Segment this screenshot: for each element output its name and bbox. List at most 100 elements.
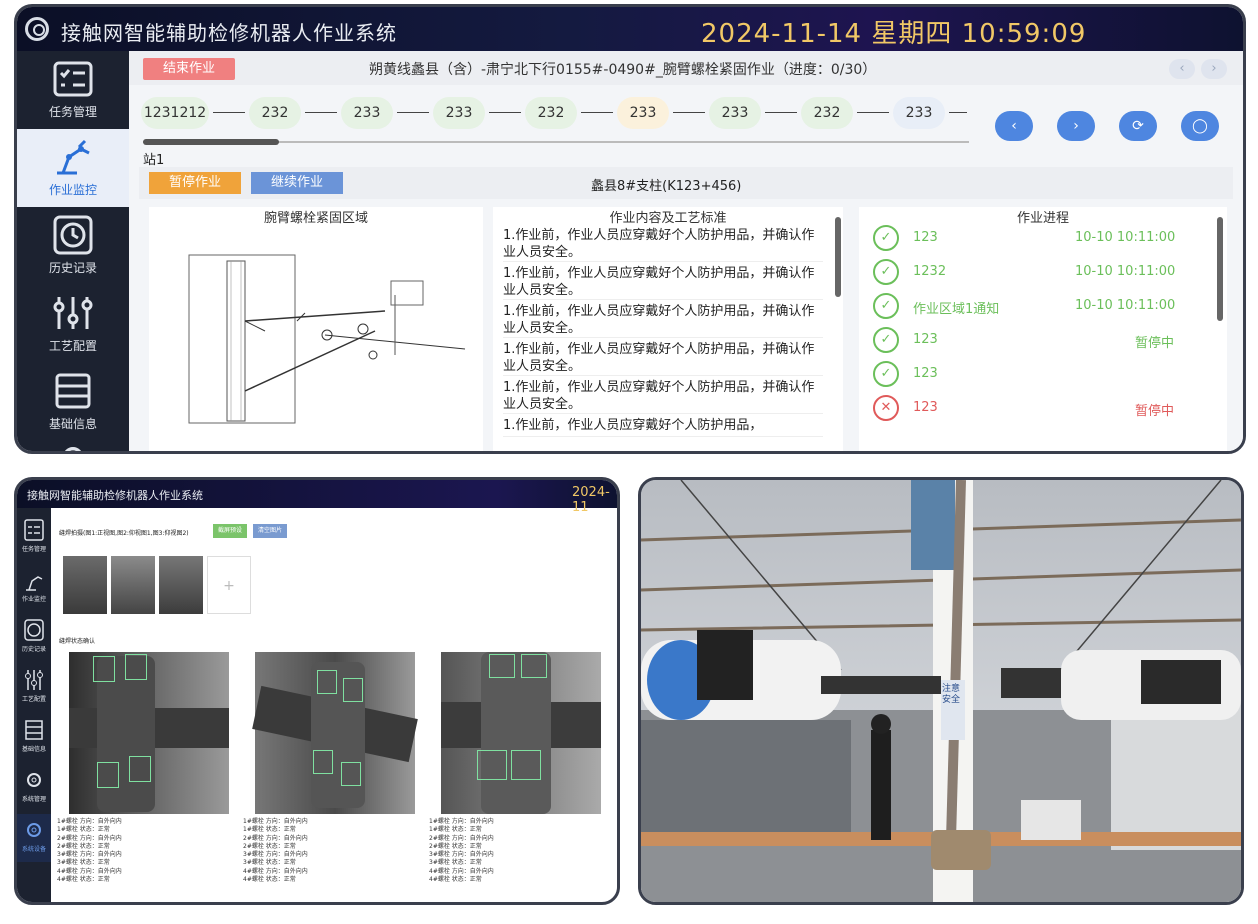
- result-line: 1#螺栓 状态：正常: [57, 826, 110, 834]
- connector: [581, 112, 613, 113]
- station-node[interactable]: 1231212: [141, 97, 209, 129]
- work-header: 暂停作业 继续作业 蠡县8#支柱(K123+456): [139, 167, 1233, 199]
- sidebar-item-history[interactable]: 历史记录: [17, 614, 51, 662]
- inspection-image[interactable]: [69, 652, 229, 814]
- station-node[interactable]: 233: [433, 97, 485, 129]
- timeline-scroll-thumb[interactable]: [143, 139, 279, 145]
- progress-name: 123: [913, 400, 938, 415]
- job-header: 结束作业 朔黄线蠡县（含）-肃宁北下行0155#-0490#_腕臂螺栓紧固作业（…: [129, 51, 1243, 85]
- sidebar-item-task-management[interactable]: 任务管理: [17, 51, 129, 129]
- sidebar-item-basic-info[interactable]: 基础信息: [17, 714, 51, 762]
- check-circle-icon: ✓: [873, 225, 899, 251]
- detection-box: [343, 678, 363, 702]
- progress-row: ✓ 123 暂停中: [865, 323, 1195, 353]
- progress-column: 作业进程 ✓ 123 10-10 10:11:00 ✓ 1232 10-10 1…: [859, 207, 1227, 451]
- detection-box: [511, 750, 541, 780]
- capture-caption: 缝焊拍摄(图1:正视图,图2:仰视图1,图3:仰视图2): [59, 530, 189, 537]
- standard-item: 1.作业前，作业人员应穿戴好个人防护用品，并确认作业人员安全。: [503, 227, 823, 262]
- connector: [765, 112, 797, 113]
- result-line: 4#螺栓 状态：正常: [429, 876, 482, 884]
- sidebar-item-work-monitor[interactable]: 作业监控: [17, 129, 129, 207]
- detection-box: [313, 750, 333, 774]
- area-column: 腕臂螺栓紧固区域: [149, 207, 483, 451]
- chat-button[interactable]: ◯: [1181, 111, 1219, 141]
- header-prev-button[interactable]: ‹: [1169, 59, 1195, 79]
- result-line: 3#螺栓 状态：正常: [429, 859, 482, 867]
- area-title: 腕臂螺栓紧固区域: [263, 211, 368, 226]
- capture-thumbnail[interactable]: [111, 556, 155, 614]
- progress-row: ✓ 123 10-10 10:11:00: [865, 221, 1195, 251]
- connector: [213, 112, 245, 113]
- progress-row: ✓ 作业区域1通知 10-10 10:11:00: [865, 289, 1195, 319]
- capture-thumbnail[interactable]: [63, 556, 107, 614]
- result-line: 2#螺栓 状态：正常: [429, 842, 482, 850]
- station-node-current[interactable]: 233: [617, 97, 669, 129]
- sidebar-item-work-monitor[interactable]: 作业监控: [17, 564, 51, 612]
- current-station-label: 站1: [143, 153, 165, 168]
- sidebar-label: 任务管理: [48, 105, 97, 119]
- sidebar-item-settings[interactable]: [17, 436, 129, 451]
- inspection-image[interactable]: [441, 652, 601, 814]
- refresh-button[interactable]: ⟳: [1119, 111, 1157, 141]
- result-line: 1#螺栓 状态：正常: [429, 826, 482, 834]
- sidebar-item-basic-info[interactable]: 基础信息: [17, 363, 129, 441]
- capture-preset-button[interactable]: 截屏预设: [213, 524, 247, 538]
- station-node[interactable]: 233: [893, 97, 945, 129]
- job-title: 朔黄线蠡县（含）-肃宁北下行0155#-0490#_腕臂螺栓紧固作业（进度：0/…: [369, 62, 877, 78]
- capture-thumbnail[interactable]: [159, 556, 203, 614]
- station-node[interactable]: 233: [709, 97, 761, 129]
- station-node[interactable]: 233: [341, 97, 393, 129]
- station-node[interactable]: 232: [525, 97, 577, 129]
- clear-images-button[interactable]: 清空图片: [253, 524, 287, 538]
- next-station-button[interactable]: ›: [1057, 111, 1095, 141]
- clock-icon: [53, 215, 93, 255]
- result-line: 2#螺栓 方向：自外向内: [243, 834, 308, 842]
- result-line: 4#螺栓 方向：自外向内: [243, 867, 308, 875]
- sidebar-item-task-management[interactable]: 任务管理: [17, 514, 51, 562]
- progress-scrollbar[interactable]: [1217, 217, 1223, 321]
- result-line: 3#螺栓 状态：正常: [57, 859, 110, 867]
- safety-sign: 注意安全: [941, 684, 960, 705]
- inspection-image[interactable]: [252, 652, 418, 814]
- detection-box: [317, 670, 337, 694]
- progress-name: 作业区域1通知: [913, 302, 1000, 317]
- sidebar-item-system-management[interactable]: 系统管理: [17, 764, 51, 812]
- detection-box: [521, 654, 547, 678]
- station-node[interactable]: 232: [801, 97, 853, 129]
- sidebar-item-process-config[interactable]: 工艺配置: [17, 664, 51, 712]
- resume-job-button[interactable]: 继续作业: [251, 172, 343, 194]
- result-line: 4#螺栓 方向：自外向内: [429, 867, 494, 875]
- sidebar-item-process-config[interactable]: 工艺配置: [17, 285, 129, 363]
- progress-row: ✕ 123 暂停中: [865, 391, 1195, 421]
- station-node[interactable]: 232: [249, 97, 301, 129]
- standards-column: 作业内容及工艺标准 1.作业前，作业人员应穿戴好个人防护用品，并确认作业人员安全…: [493, 207, 843, 451]
- header-next-button[interactable]: ›: [1201, 59, 1227, 79]
- add-image-button[interactable]: +: [207, 556, 251, 614]
- sidebar-label: 作业监控: [48, 183, 97, 197]
- sidebar-label: 工艺配置: [21, 696, 46, 703]
- sidebar: 任务管理 作业监控 历史记录 工艺配置 基础信息: [17, 51, 129, 451]
- gear-icon: [65, 447, 81, 451]
- progress-time: 10-10 10:11:00: [1075, 298, 1176, 313]
- connector: [397, 112, 429, 113]
- standards-scrollbar[interactable]: [835, 217, 841, 297]
- detection-box: [477, 750, 507, 780]
- sidebar-item-history[interactable]: 历史记录: [17, 207, 129, 285]
- sidebar-label: 基础信息: [21, 746, 46, 753]
- standard-item: 1.作业前，作业人员应穿戴好个人防护用品，并确认作业人员安全。: [503, 341, 823, 376]
- pause-job-button[interactable]: 暂停作业: [149, 172, 241, 194]
- sidebar-label: 历史记录: [48, 261, 97, 275]
- result-line: 1#螺栓 状态：正常: [243, 826, 296, 834]
- end-job-button[interactable]: 结束作业: [143, 58, 235, 80]
- result-line: 2#螺栓 方向：自外向内: [429, 834, 494, 842]
- result-list: 1#螺栓 方向：自外向内 1#螺栓 状态：正常 2#螺栓 方向：自外向内 2#螺…: [57, 818, 227, 884]
- top-bar: 接触网智能辅助检修机器人作业系统 2024-11: [17, 480, 617, 515]
- error-circle-icon: ✕: [873, 395, 899, 421]
- cantilever-diagram: [188, 254, 466, 424]
- standard-item: 1.作业前，作业人员应穿戴好个人防护用品，并确认作业人员安全。: [503, 379, 823, 414]
- prev-station-button[interactable]: ‹: [995, 111, 1033, 141]
- sidebar-item-system-device[interactable]: 系统设备: [17, 814, 51, 862]
- progress-status: 暂停中: [1135, 336, 1175, 351]
- main-content: 结束作业 朔黄线蠡县（含）-肃宁北下行0155#-0490#_腕臂螺栓紧固作业（…: [129, 51, 1243, 451]
- robot-arm-icon: [26, 576, 43, 591]
